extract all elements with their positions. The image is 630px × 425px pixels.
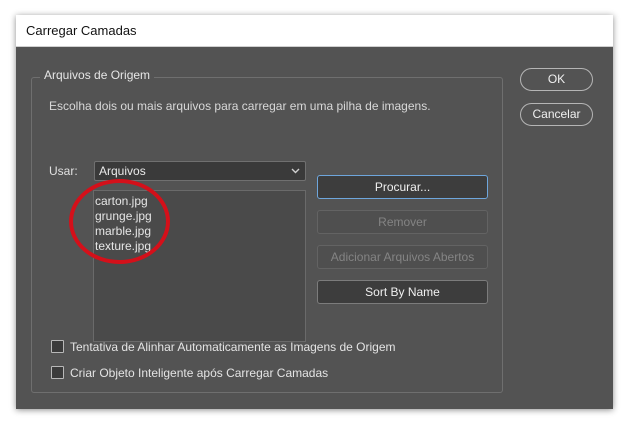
- sort-by-name-button[interactable]: Sort By Name: [317, 280, 488, 304]
- smart-object-label[interactable]: Criar Objeto Inteligente após Carregar C…: [70, 366, 328, 380]
- chevron-down-icon: [291, 168, 300, 174]
- add-open-files-button[interactable]: Adicionar Arquivos Abertos: [317, 245, 488, 269]
- file-list-item[interactable]: marble.jpg: [95, 224, 151, 238]
- file-list-item[interactable]: carton.jpg: [95, 194, 148, 208]
- cancel-button[interactable]: Cancelar: [520, 103, 593, 126]
- file-list-item[interactable]: texture.jpg: [95, 239, 151, 253]
- smart-object-checkbox[interactable]: [51, 366, 64, 379]
- file-list-item[interactable]: grunge.jpg: [95, 209, 152, 223]
- file-list[interactable]: carton.jpg grunge.jpg marble.jpg texture…: [93, 190, 306, 342]
- auto-align-checkbox[interactable]: [51, 340, 64, 353]
- browse-button[interactable]: Procurar...: [317, 175, 488, 199]
- use-select[interactable]: Arquivos: [94, 161, 306, 181]
- use-label: Usar:: [49, 164, 78, 178]
- load-layers-dialog: Carregar Camadas Arquivos de Origem Esco…: [16, 15, 613, 409]
- title-bar: Carregar Camadas: [16, 15, 613, 47]
- source-files-description: Escolha dois ou mais arquivos para carre…: [49, 99, 431, 113]
- remove-button[interactable]: Remover: [317, 210, 488, 234]
- use-select-value: Arquivos: [99, 164, 146, 178]
- dialog-title: Carregar Camadas: [26, 23, 137, 38]
- ok-button[interactable]: OK: [520, 68, 593, 91]
- source-files-legend: Arquivos de Origem: [40, 68, 155, 82]
- auto-align-label[interactable]: Tentativa de Alinhar Automaticamente as …: [70, 340, 396, 354]
